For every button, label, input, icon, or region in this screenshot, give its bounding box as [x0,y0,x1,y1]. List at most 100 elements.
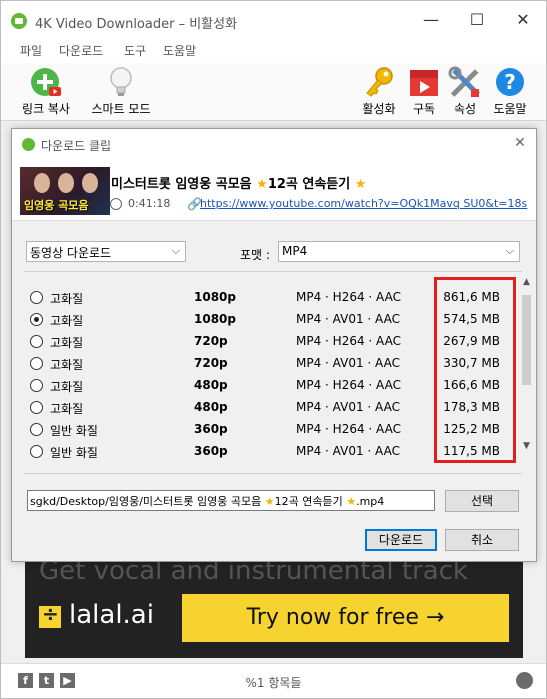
save-path-input[interactable]: sgkd/Desktop/임영웅/미스터트롯 임영웅 곡모음 ★12곡 연속듣기… [27,490,435,511]
window-title: 4K Video Downloader – 비활성화 [35,17,238,32]
format-codec-label: MP4 · AV01 · AAC [296,444,400,458]
quality-label: 고화질 [50,314,84,328]
resolution-label: 720p [194,356,228,370]
menu-download[interactable]: 다운로드 [59,42,103,59]
title-bar: 4K Video Downloader – 비활성화 — ☐ ✕ [1,1,546,39]
status-text: %1 항목들 [245,676,302,690]
quality-radio[interactable] [30,335,43,348]
close-button[interactable]: ✕ [500,1,546,39]
smart-mode-button[interactable]: 스마트 모드 [85,66,157,117]
paste-link-icon [29,66,63,98]
format-codec-label: MP4 · H264 · AAC [296,334,401,348]
key-icon [362,66,396,98]
toolbar: 링크 복사 스마트 모드 활성화 구독 속성 ? 도움말 [1,63,546,121]
thumbnail-caption: 임영웅 곡모음 [24,199,89,212]
format-label: 포맷 : [240,248,270,262]
resolution-label: 1080p [194,290,236,304]
star-icon: ★ [346,495,357,508]
video-duration: 0:41:18 [128,197,171,210]
format-codec-label: MP4 · H264 · AAC [296,422,401,436]
app-logo-icon [11,13,27,29]
smart-mode-label: 스마트 모드 [91,102,151,116]
star-icon: ★ [256,177,268,192]
quality-label: 고화질 [50,358,84,372]
divider [24,473,522,474]
ad-banner[interactable]: Get vocal and instrumental track lalal.a… [25,556,523,658]
dialog-title-bar: 다운로드 클립 ✕ [12,129,536,159]
settings-label: 속성 [453,102,477,116]
chevron-down-icon: ⌵ [171,244,180,257]
download-clip-dialog: 다운로드 클립 ✕ 임영웅 곡모음 미스터트롯 임영웅 곡모음 ★12곡 연속듣… [11,128,537,562]
chevron-down-icon: ⌵ [505,244,514,257]
star-icon: ★ [264,495,275,508]
download-type-select[interactable]: 동영상 다운로드 ⌵ [26,241,186,262]
format-codec-label: MP4 · H264 · AAC [296,290,401,304]
size-highlight-box [434,277,516,463]
scroll-down-icon[interactable]: ▼ [518,441,535,455]
quality-radio[interactable] [30,445,43,458]
download-button[interactable]: 다운로드 [365,529,437,551]
tools-icon [448,66,482,98]
subscribe-label: 구독 [412,102,436,116]
format-codec-label: MP4 · AV01 · AAC [296,312,400,326]
quality-label: 일반 화질 [50,446,98,460]
format-codec-label: MP4 · AV01 · AAC [296,400,400,414]
dialog-title: 다운로드 클립 [41,139,112,153]
quality-radio[interactable] [30,357,43,370]
cancel-button[interactable]: 취소 [445,529,519,551]
video-info: 임영웅 곡모음 미스터트롯 임영웅 곡모음 ★12곡 연속듣기 ★ 0:41:1… [12,159,536,221]
dialog-close-button[interactable]: ✕ [510,133,530,153]
menu-file[interactable]: 파일 [20,42,42,59]
video-title: 미스터트롯 임영웅 곡모음 ★12곡 연속듣기 ★ [111,177,367,192]
resolution-label: 480p [194,400,228,414]
activate-button[interactable]: 활성화 [359,66,399,117]
globe-icon[interactable] [516,672,533,689]
quality-radio[interactable] [30,423,43,436]
lightbulb-icon [104,66,138,98]
quality-radio[interactable] [30,379,43,392]
paste-link-button[interactable]: 링크 복사 [15,66,77,117]
menu-help[interactable]: 도움말 [163,42,196,59]
activate-label: 활성화 [362,102,396,116]
help-icon: ? [493,66,527,98]
quality-label: 고화질 [50,402,84,416]
resolution-label: 360p [194,444,228,458]
resolution-label: 480p [194,378,228,392]
ad-cta-button[interactable]: Try now for free → [182,594,509,642]
menu-tools[interactable]: 도구 [124,42,146,59]
video-thumbnail: 임영웅 곡모음 [20,167,110,215]
svg-text:?: ? [504,70,516,94]
youtube-subscribe-icon [407,66,441,98]
format-codec-label: MP4 · H264 · AAC [296,378,401,392]
star-icon: ★ [354,177,367,192]
lalal-logo-icon [39,602,61,628]
scroll-up-icon[interactable]: ▲ [518,277,535,291]
quality-radio[interactable] [30,291,43,304]
video-url[interactable]: https://www.youtube.com/watch?v=OQk1Mavq… [200,197,530,210]
quality-radio[interactable] [30,313,43,326]
clock-icon [110,198,122,210]
format-select[interactable]: MP4 ⌵ [278,241,520,262]
quality-label: 고화질 [50,336,84,350]
settings-button[interactable]: 속성 [445,66,485,117]
divider [24,271,522,272]
scrollbar-thumb[interactable] [522,295,531,385]
options-scrollbar[interactable]: ▲ ▼ [518,277,535,455]
help-button[interactable]: ? 도움말 [489,66,531,117]
status-bar: f t ▶ %1 항목들 [1,663,546,698]
help-label: 도움말 [493,102,527,116]
subscribe-button[interactable]: 구독 [406,66,442,117]
minimize-button[interactable]: — [408,1,454,39]
maximize-button[interactable]: ☐ [454,1,500,39]
choose-folder-button[interactable]: 선택 [445,490,519,512]
format-codec-label: MP4 · AV01 · AAC [296,356,400,370]
quality-label: 고화질 [50,380,84,394]
ad-brand: lalal.ai [69,600,154,630]
quality-label: 일반 화질 [50,424,98,438]
dialog-logo-icon [22,138,35,151]
paste-link-label: 링크 복사 [22,102,70,116]
quality-radio[interactable] [30,401,43,414]
quality-label: 고화질 [50,292,84,306]
menu-bar: 파일 다운로드 도구 도움말 [1,39,546,63]
resolution-label: 1080p [194,312,236,326]
